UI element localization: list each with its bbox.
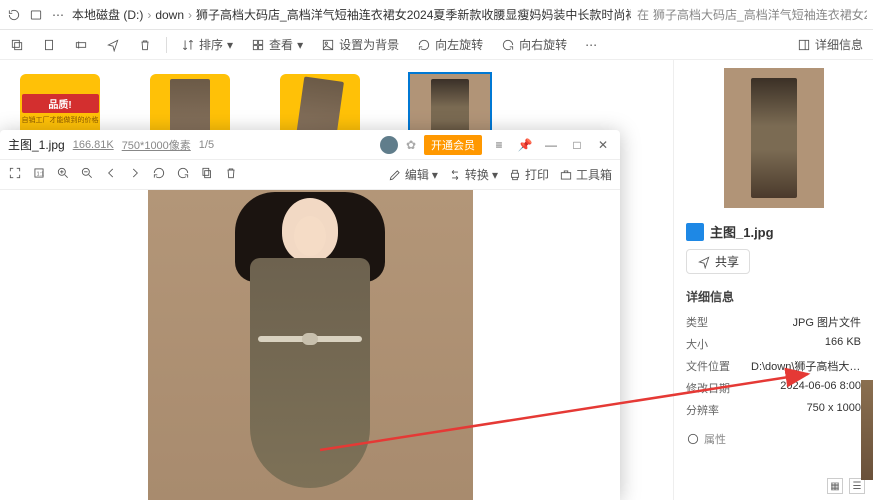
viewer-filesize[interactable]: 166.81K: [73, 139, 114, 151]
copy-icon[interactable]: [200, 166, 214, 183]
toolbox-button[interactable]: 工具箱: [559, 166, 612, 183]
share-icon[interactable]: [102, 36, 124, 54]
chevron-right-icon: ›: [188, 8, 192, 22]
viewer-index: 1/5: [199, 139, 214, 151]
grid-view-icon[interactable]: ▦: [827, 478, 843, 494]
delete-icon[interactable]: [134, 36, 156, 54]
share-button[interactable]: 共享: [686, 249, 750, 274]
settings-icon[interactable]: ✿: [406, 138, 416, 152]
image-content: [148, 190, 473, 500]
details-panel: 主图_1.jpg 共享 详细信息 类型JPG 图片文件 大小166 KB 文件位…: [673, 60, 873, 500]
viewer-canvas[interactable]: [0, 190, 620, 500]
close-button[interactable]: ✕: [594, 138, 612, 152]
rename-icon[interactable]: [70, 36, 92, 54]
address-bar: ⋯ 本地磁盘 (D:) › down › 狮子高档大码店_高档洋气短袖连衣裙女2…: [0, 0, 873, 30]
print-button[interactable]: 打印: [508, 166, 549, 183]
search-box[interactable]: 在 狮子高档大码店_高档洋气短袖连衣裙女2024夏季: [637, 6, 867, 23]
convert-dropdown[interactable]: 转换 ▾: [448, 166, 498, 183]
sort-button[interactable]: 排序 ▾: [177, 34, 237, 55]
crumb-down[interactable]: down: [155, 8, 184, 22]
avatar-icon[interactable]: [380, 136, 398, 154]
preview-thumbnail[interactable]: [724, 68, 824, 208]
paste-icon[interactable]: [38, 36, 60, 54]
detail-row-modified: 修改日期2024-06-06 8:00: [686, 377, 861, 399]
crumb-root[interactable]: 本地磁盘 (D:): [72, 6, 143, 23]
set-background-button[interactable]: 设置为背景: [317, 34, 403, 55]
view-switcher: ▦ ☰: [827, 478, 865, 494]
list-view-icon[interactable]: ☰: [849, 478, 865, 494]
attributes-button[interactable]: 属性: [686, 431, 861, 447]
chevron-right-icon: ›: [147, 8, 151, 22]
fit-icon[interactable]: 1:1: [32, 166, 46, 183]
viewer-dimensions[interactable]: 750*1000像素: [122, 137, 191, 153]
rotate-left-icon[interactable]: [152, 166, 166, 183]
details-filename: 主图_1.jpg: [686, 222, 861, 241]
menu-icon[interactable]: ≡: [490, 138, 508, 152]
svg-text:1:1: 1:1: [37, 171, 44, 177]
toolbar: 排序 ▾ 查看 ▾ 设置为背景 向左旋转 向右旋转 ⋯ 详细信息: [0, 30, 873, 60]
details-toggle[interactable]: 详细信息: [793, 34, 867, 55]
window-icon[interactable]: [28, 7, 44, 23]
adjacent-image-strip: [861, 380, 873, 480]
copy-icon[interactable]: [6, 36, 28, 54]
vip-button[interactable]: 开通会员: [424, 135, 482, 155]
detail-row-type: 类型JPG 图片文件: [686, 311, 861, 333]
detail-row-location: 文件位置D:\down\狮子高档大码店_高...: [686, 355, 861, 377]
viewer-titlebar: 主图_1.jpg 166.81K 750*1000像素 1/5 ✿ 开通会员 ≡…: [0, 130, 620, 160]
refresh-icon[interactable]: [6, 7, 22, 23]
search-text: 狮子高档大码店_高档洋气短袖连衣裙女2024夏季: [653, 6, 867, 23]
jpg-file-icon: [686, 223, 704, 241]
fullscreen-icon[interactable]: [8, 166, 22, 183]
next-icon[interactable]: [128, 166, 142, 183]
detail-row-resolution: 分辨率750 x 1000: [686, 399, 861, 421]
image-viewer-window: 主图_1.jpg 166.81K 750*1000像素 1/5 ✿ 开通会员 ≡…: [0, 130, 620, 500]
viewer-filename: 主图_1.jpg: [8, 136, 65, 153]
edit-dropdown[interactable]: 编辑 ▾: [388, 166, 438, 183]
delete-icon[interactable]: [224, 166, 238, 183]
viewer-toolbar: 1:1 编辑 ▾ 转换 ▾ 打印 工具箱: [0, 160, 620, 190]
more-actions-icon[interactable]: ⋯: [581, 36, 601, 54]
zoom-in-icon[interactable]: [56, 166, 70, 183]
prev-icon[interactable]: [104, 166, 118, 183]
rotate-right-button[interactable]: 向右旋转: [497, 34, 571, 55]
rotate-right-icon[interactable]: [176, 166, 190, 183]
detail-row-size: 大小166 KB: [686, 333, 861, 355]
zoom-out-icon[interactable]: [80, 166, 94, 183]
folder-badge: 品质!: [22, 94, 99, 113]
more-icon[interactable]: ⋯: [50, 7, 66, 23]
details-section-title: 详细信息: [686, 288, 861, 305]
minimize-button[interactable]: —: [542, 138, 560, 152]
breadcrumb[interactable]: 本地磁盘 (D:) › down › 狮子高档大码店_高档洋气短袖连衣裙女202…: [72, 6, 631, 23]
crumb-folder[interactable]: 狮子高档大码店_高档洋气短袖连衣裙女2024夏季新款收腰显瘦妈妈装中长款时尚裙子: [196, 6, 631, 23]
pin-icon[interactable]: 📌: [516, 138, 534, 152]
rotate-left-button[interactable]: 向左旋转: [413, 34, 487, 55]
view-button[interactable]: 查看 ▾: [247, 34, 307, 55]
search-prefix: 在: [637, 6, 649, 23]
maximize-button[interactable]: □: [568, 138, 586, 152]
